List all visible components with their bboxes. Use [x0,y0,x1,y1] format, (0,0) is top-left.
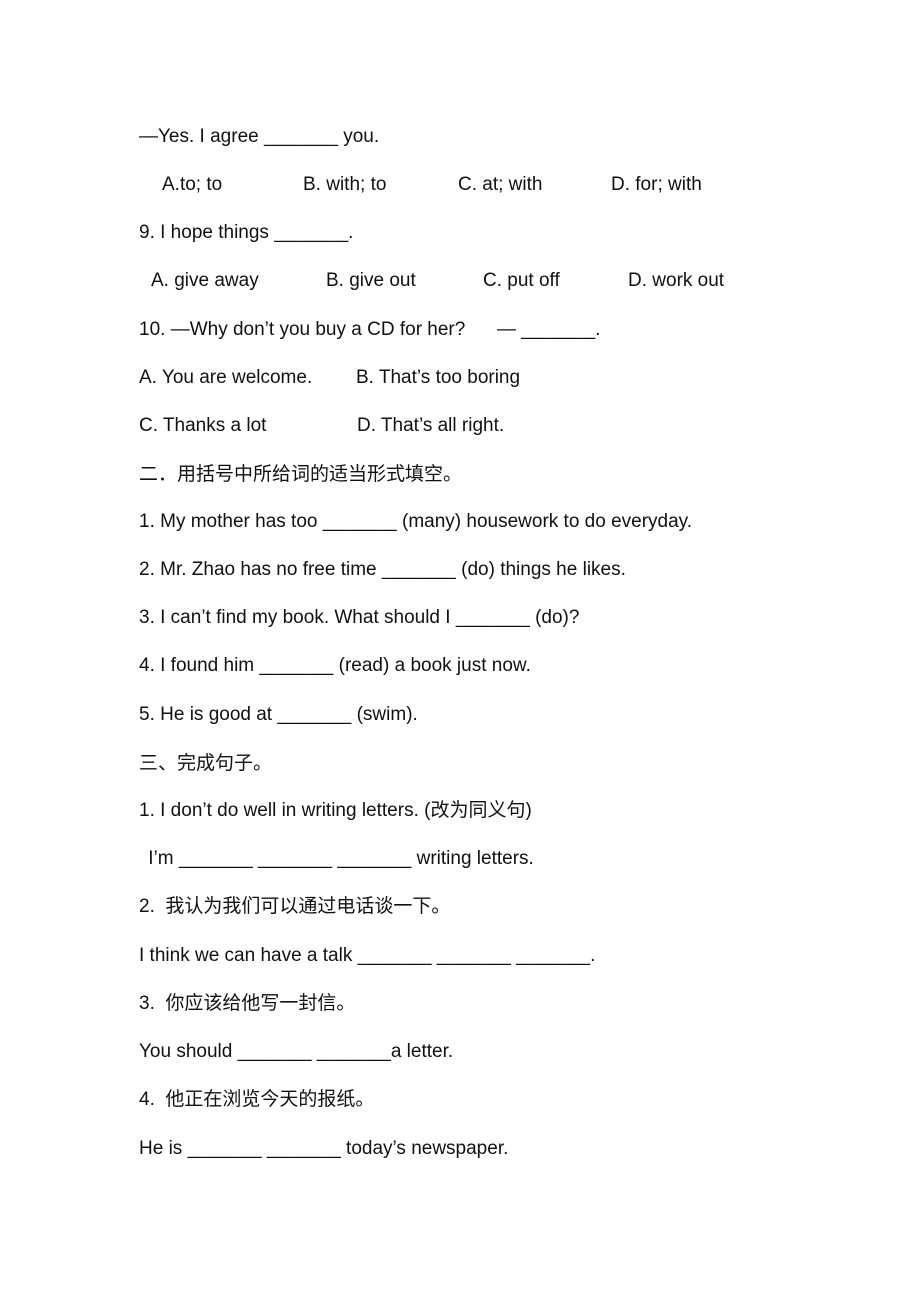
q10-option-c: C. Thanks a lot [139,415,267,436]
part3-prompt: 4. 他正在浏览今天的报纸。 [139,1089,375,1110]
part2-item: 5. He is good at _______ (swim). [139,704,418,725]
part2-item: 1. My mother has too _______ (many) hous… [139,511,693,532]
q9-option-b: B. give out [326,270,416,291]
part3-answer: I’m _______ _______ _______ writing lett… [143,848,534,869]
part3-prompt: 2. 我认为我们可以通过电话谈一下。 [139,896,451,917]
q10-option-b: B. That’s too boring [356,367,521,388]
part3-prompt: 1. I don’t do well in writing letters. (… [139,800,532,821]
q8-option-a: A.to; to [162,174,223,195]
q8-option-c: C. at; with [458,174,543,195]
q9-option-d: D. work out [628,270,725,291]
part3-answer: He is _______ _______ today’s newspaper. [139,1138,509,1159]
part3-answer: You should _______ _______a letter. [139,1041,454,1062]
part2-item: 3. I can’t find my book. What should I _… [139,607,580,628]
part3-answer: I think we can have a talk _______ _____… [139,945,596,966]
q9-option-c: C. put off [483,270,560,291]
part2-heading: 二．用括号中所给词的适当形式填空。 [139,463,463,485]
q10-option-d: D. That’s all right. [357,415,505,436]
q8-reply: —Yes. I agree _______ you. [139,126,380,147]
part2-item: 4. I found him _______ (read) a book jus… [139,655,531,676]
q9-stem: 9. I hope things _______. [139,222,354,243]
part3-heading: 三、完成句子。 [139,752,273,774]
part3-prompt: 3. 你应该给他写一封信。 [139,993,356,1014]
q10-option-a: A. You are welcome. [139,367,313,388]
part2-item: 2. Mr. Zhao has no free time _______ (do… [139,559,626,580]
q8-option-d: D. for; with [611,174,702,195]
q8-option-b: B. with; to [303,174,387,195]
q10-stem: 10. —Why don’t you buy a CD for her? — _… [139,319,601,340]
q9-option-a: A. give away [151,270,259,291]
